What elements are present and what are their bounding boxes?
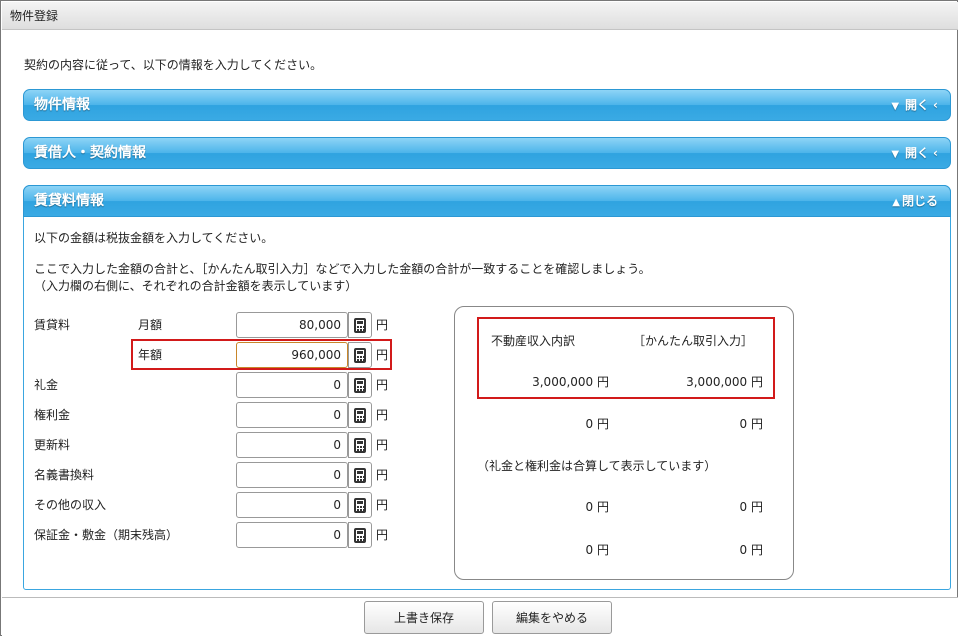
calculator-icon [354, 377, 366, 393]
row-key-money: 礼金 円 [34, 372, 414, 398]
key-money-label: 礼金 [34, 378, 59, 392]
name-change-label: 名義書換料 [34, 468, 95, 482]
annual-highlight-box [131, 339, 392, 370]
renewal-label: 更新料 [34, 438, 71, 452]
section-property[interactable]: 物件情報 ▼ 開く ‹ [23, 89, 951, 121]
summary-renewal-left: 0 円 [585, 500, 609, 514]
name-change-input[interactable] [236, 462, 348, 488]
row-other-income: その他の収入 円 [34, 492, 414, 518]
calculator-icon [354, 527, 366, 543]
section-tenant-toggle[interactable]: ▼ 開く ‹ [891, 138, 938, 170]
rent-label: 賃貸料 [34, 318, 71, 332]
chevron-left-icon: ‹ [933, 98, 938, 112]
row-renewal: 更新料 円 [34, 432, 414, 458]
note-tax-excluded: 以下の金額は税抜金額を入力してください。 [34, 231, 274, 245]
calculator-icon [354, 497, 366, 513]
section-rent-toggle-label: 閉じる [901, 194, 938, 208]
summary-key-right: 0 円 [739, 417, 763, 431]
cancel-edit-button[interactable]: 編集をやめる [492, 601, 612, 634]
currency-label: 円 [376, 438, 389, 452]
deposit-label: 保証金・敷金（期末残高） [34, 528, 179, 542]
currency-label: 円 [376, 378, 389, 392]
currency-label: 円 [376, 468, 389, 482]
currency-label: 円 [376, 408, 389, 422]
window-title: 物件登録 [2, 2, 958, 30]
triangle-up-icon: ▲ [892, 197, 900, 208]
footer-bar: 上書き保存 編集をやめる [2, 597, 958, 636]
summary-name-change-right: 0 円 [739, 543, 763, 557]
renewal-input[interactable] [236, 432, 348, 458]
section-rent-title: 賃貸料情報 [34, 193, 104, 209]
summary-highlight-box [477, 317, 775, 399]
summary-key-left: 0 円 [585, 417, 609, 431]
calculator-icon [354, 467, 366, 483]
other-income-calculator-button[interactable] [348, 492, 372, 518]
section-tenant-toggle-label: 開く [905, 146, 930, 160]
section-tenant-title: 賃借人・契約情報 [34, 145, 146, 161]
section-rent-panel: 賃貸料情報 ▲ 閉じる 以下の金額は税抜金額を入力してください。 ここで入力した金… [23, 185, 951, 590]
triangle-down-icon: ▼ [891, 149, 900, 160]
section-property-toggle-label: 開く [905, 98, 930, 112]
deposit-calculator-button[interactable] [348, 522, 372, 548]
premium-input[interactable] [236, 402, 348, 428]
monthly-calculator-button[interactable] [348, 312, 372, 338]
row-name-change: 名義書換料 円 [34, 462, 414, 488]
triangle-down-icon: ▼ [891, 101, 900, 112]
section-rent-toggle[interactable]: ▲ 閉じる [892, 186, 938, 218]
calculator-icon [354, 317, 366, 333]
calculator-icon [354, 437, 366, 453]
name-change-calculator-button[interactable] [348, 462, 372, 488]
intro-text: 契約の内容に従って、以下の情報を入力してください。 [24, 58, 323, 72]
window-frame: 物件登録 契約の内容に従って、以下の情報を入力してください。 物件情報 ▼ 開く ‹… [0, 0, 958, 636]
currency-label: 円 [376, 528, 389, 542]
currency-label: 円 [376, 318, 389, 332]
chevron-left-icon: ‹ [933, 146, 938, 160]
income-summary-box: 不動産収入内訳 ［かんたん取引入力］ 3,000,000 円 3,000,000… [454, 306, 794, 580]
monthly-label: 月額 [138, 318, 163, 332]
summary-note: （礼金と権利金は合算して表示しています） [477, 459, 717, 473]
row-premium: 権利金 円 [34, 402, 414, 428]
section-property-title: 物件情報 [34, 97, 90, 113]
premium-calculator-button[interactable] [348, 402, 372, 428]
note-match-total: ここで入力した金額の合計と、［かんたん取引入力］などで入力した金額の合計が一致す… [34, 262, 651, 276]
key-money-calculator-button[interactable] [348, 372, 372, 398]
premium-label: 権利金 [34, 408, 71, 422]
currency-label: 円 [376, 498, 389, 512]
row-deposit: 保証金・敷金（期末残高） 円 [34, 522, 414, 548]
summary-name-change-left: 0 円 [585, 543, 609, 557]
summary-renewal-right: 0 円 [739, 500, 763, 514]
renewal-calculator-button[interactable] [348, 432, 372, 458]
other-income-label: その他の収入 [34, 498, 107, 512]
other-income-input[interactable] [236, 492, 348, 518]
save-button[interactable]: 上書き保存 [364, 601, 484, 634]
deposit-input[interactable] [236, 522, 348, 548]
calculator-icon [354, 407, 366, 423]
section-tenant[interactable]: 賃借人・契約情報 ▼ 開く ‹ [23, 137, 951, 169]
section-property-toggle[interactable]: ▼ 開く ‹ [891, 90, 938, 122]
monthly-rent-input[interactable] [236, 312, 348, 338]
section-rent[interactable]: 賃貸料情報 ▲ 閉じる [23, 185, 951, 217]
key-money-input[interactable] [236, 372, 348, 398]
note-totals-shown: （入力欄の右側に、それぞれの合計金額を表示しています） [34, 279, 358, 293]
row-monthly-rent: 賃貸料 月額 円 [34, 312, 414, 338]
